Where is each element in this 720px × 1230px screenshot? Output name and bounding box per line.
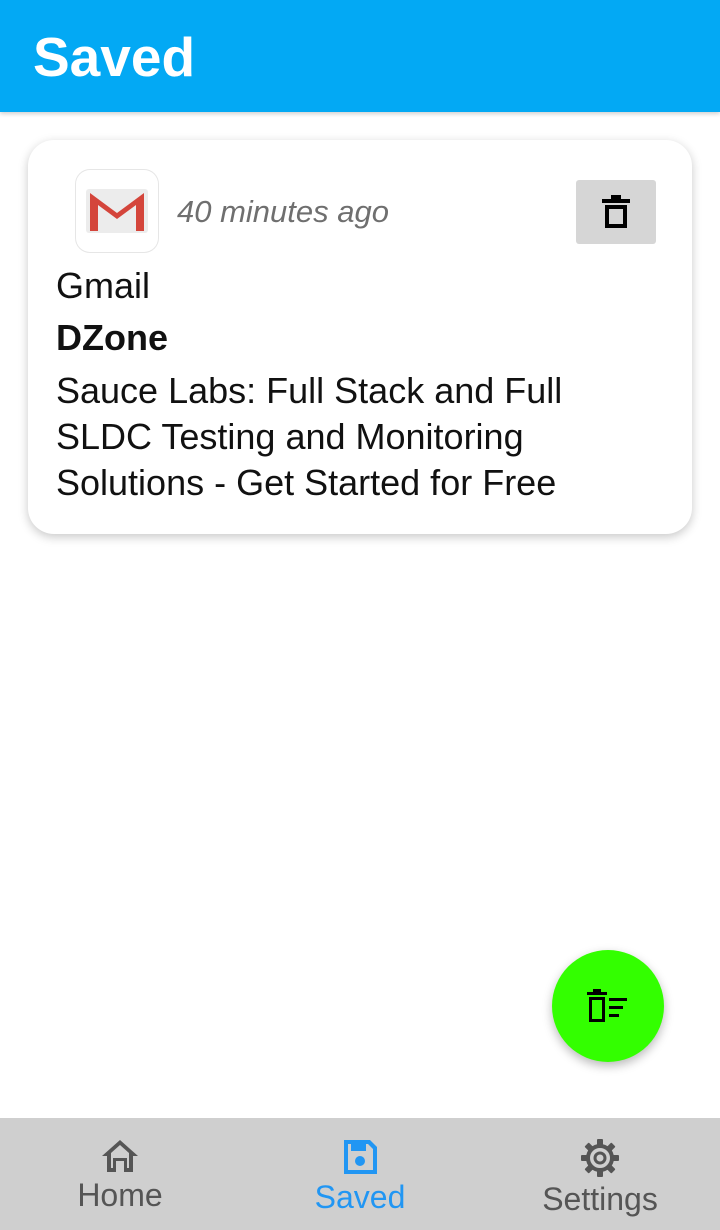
bottom-navigation: Home Saved Settings [0,1118,720,1230]
notification-message: Sauce Labs: Full Stack and Full SLDC Tes… [56,370,563,503]
app-root: Saved 40 minutes ago Gmail DZone Sauce L… [0,0,720,1230]
notification-app-name: Gmail [56,265,151,306]
nav-label-settings: Settings [542,1181,658,1217]
gmail-icon [76,170,158,252]
home-icon [102,1140,138,1172]
nav-item-settings[interactable]: Settings [480,1118,720,1230]
delete-all-fab[interactable] [552,950,664,1062]
nav-label-saved: Saved [314,1179,406,1215]
nav-item-home[interactable]: Home [0,1118,240,1230]
nav-label-home: Home [77,1177,163,1213]
notification-timestamp: 40 minutes ago [177,194,389,229]
saved-notification-card[interactable]: 40 minutes ago Gmail DZone Sauce Labs: F… [28,140,692,534]
delete-button[interactable] [576,180,656,244]
notification-sender: DZone [56,317,168,358]
save-icon [344,1140,377,1174]
delete-sweep-icon [587,989,627,1022]
gear-icon [581,1139,619,1177]
trash-icon [602,195,630,228]
page-title: Saved [33,26,196,88]
nav-item-saved[interactable]: Saved [240,1118,480,1230]
app-bar: Saved [0,0,720,112]
